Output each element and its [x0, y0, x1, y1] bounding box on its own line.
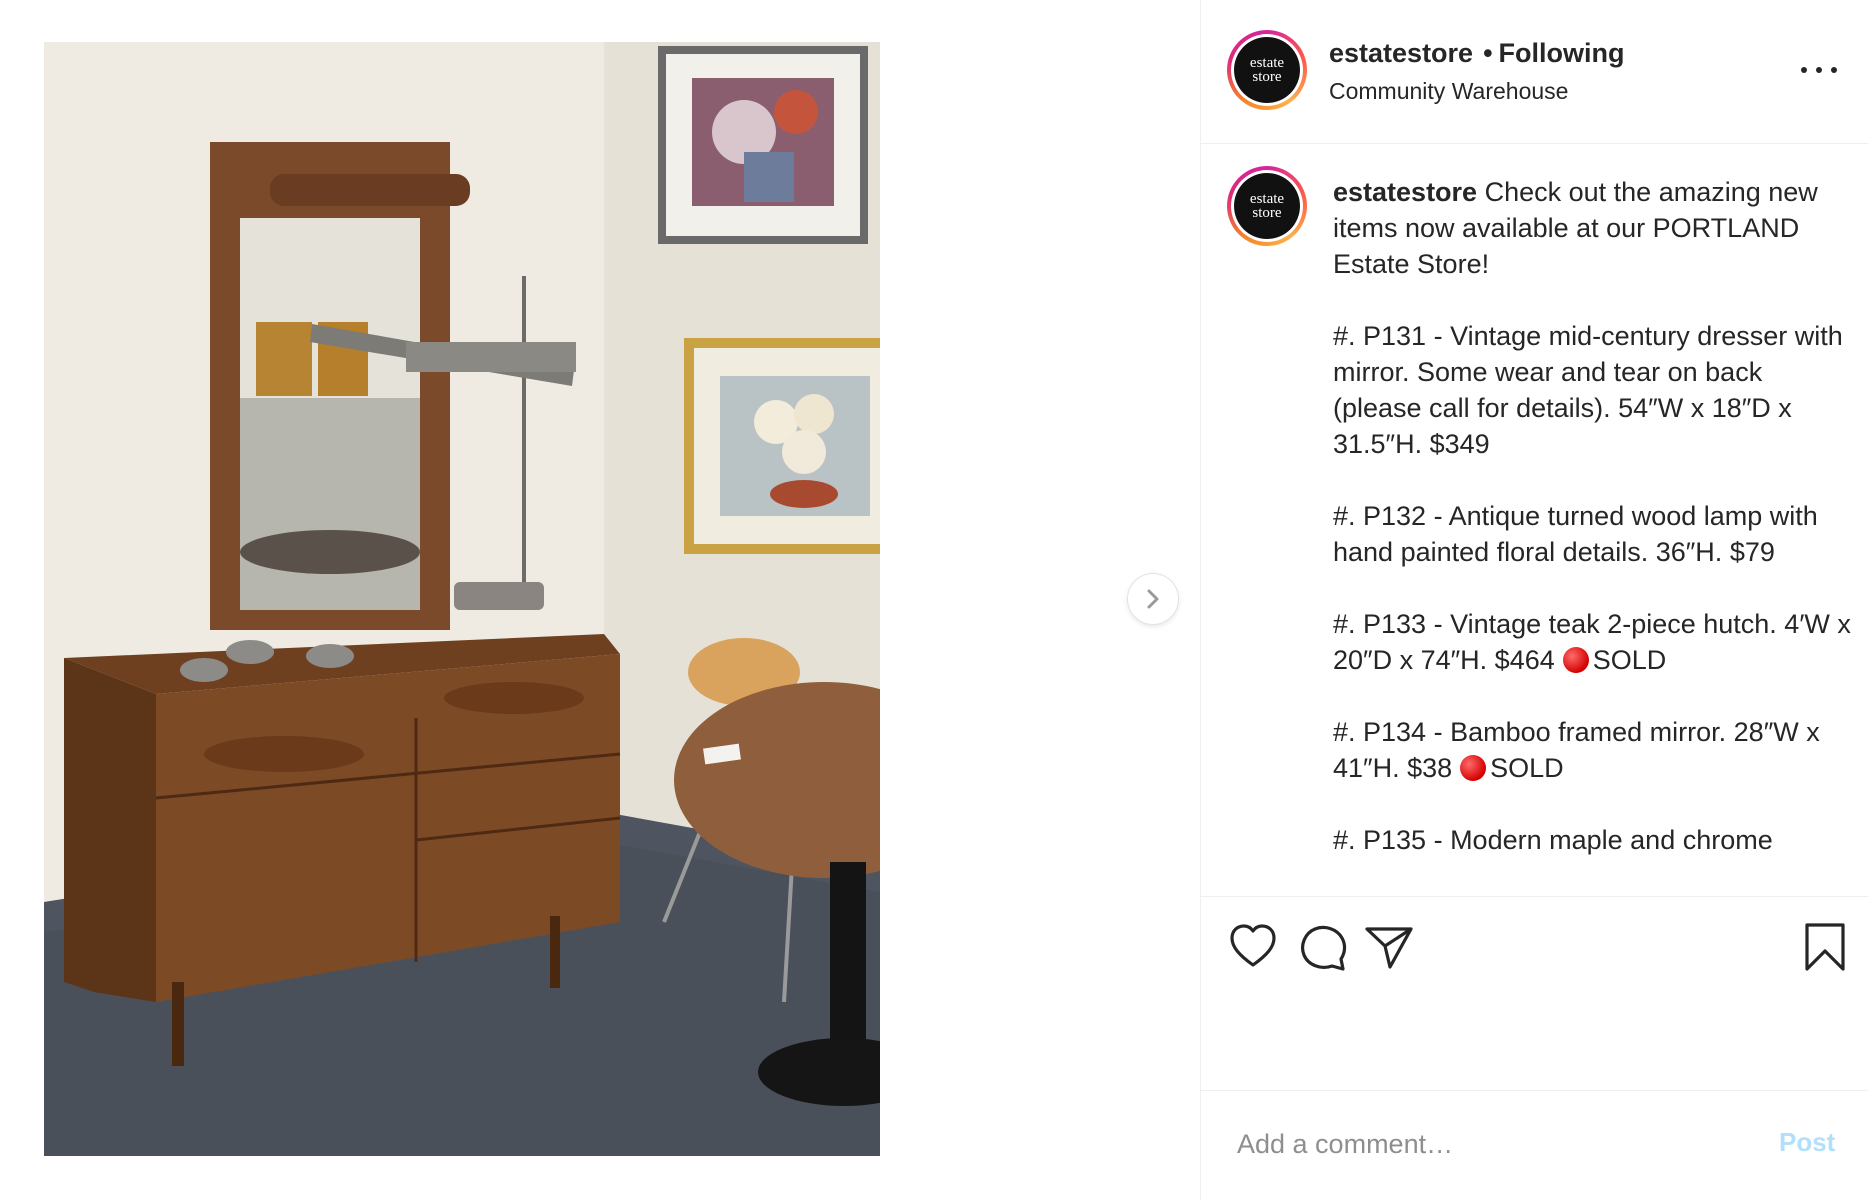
- header-username[interactable]: estatestore: [1329, 38, 1473, 68]
- action-bar: [1201, 897, 1868, 1091]
- separator-dot: •: [1483, 38, 1493, 68]
- header-user-row: estatestore • Following: [1329, 38, 1625, 69]
- avatar-logo: estate store: [1234, 37, 1300, 103]
- caption-item: #. P135 - Modern maple and chrome: [1333, 822, 1853, 858]
- post-comment-button[interactable]: Post: [1779, 1127, 1835, 1158]
- caption-item-text: #. P132 - Antique turned wood lamp with …: [1333, 501, 1818, 567]
- caption-item: #. P133 - Vintage teak 2-piece hutch. 4′…: [1333, 606, 1853, 678]
- more-icon-dot: [1831, 67, 1837, 73]
- caption-text: estatestore Check out the amazing new it…: [1333, 174, 1853, 894]
- location-link[interactable]: Community Warehouse: [1329, 78, 1568, 105]
- caption-avatar[interactable]: estate store: [1227, 166, 1307, 246]
- caption-item: #. P132 - Antique turned wood lamp with …: [1333, 498, 1853, 570]
- avatar-gap: estate store: [1231, 34, 1303, 106]
- caption-item: #. P134 - Bamboo framed mirror. 28″W x 4…: [1333, 714, 1853, 786]
- more-icon-dot: [1816, 67, 1822, 73]
- red-circle-icon: [1460, 755, 1487, 781]
- avatar-gap: estate store: [1231, 170, 1303, 242]
- avatar-text-line1: estate: [1249, 55, 1285, 71]
- comment-box: Post: [1201, 1091, 1868, 1200]
- heart-icon[interactable]: [1227, 921, 1279, 973]
- post-header: estate store estatestore • Following Commu…: [1201, 0, 1868, 144]
- avatar-logo: estate store: [1234, 173, 1300, 239]
- paper-plane-icon[interactable]: [1363, 921, 1415, 973]
- more-icon-dot: [1801, 67, 1807, 73]
- caption-username[interactable]: estatestore: [1333, 177, 1477, 207]
- avatar-text-line2: store: [1252, 205, 1282, 221]
- comment-input[interactable]: [1235, 1119, 1739, 1169]
- chevron-right-icon: [1147, 589, 1159, 609]
- speech-bubble-icon[interactable]: [1297, 921, 1349, 973]
- caption-item-text: #. P131 - Vintage mid-century dresser wi…: [1333, 321, 1843, 459]
- media-pane: [0, 0, 1201, 1200]
- caption-scroll-area[interactable]: estate store estatestore Check out the a…: [1201, 144, 1868, 897]
- next-image-button[interactable]: [1128, 574, 1178, 624]
- bookmark-icon[interactable]: [1799, 921, 1851, 973]
- post-panel: estate store estatestore • Following Commu…: [1201, 0, 1868, 1200]
- red-circle-icon: [1562, 647, 1589, 673]
- caption-item: #. P131 - Vintage mid-century dresser wi…: [1333, 318, 1853, 462]
- avatar[interactable]: estate store: [1227, 30, 1307, 110]
- sold-label: SOLD: [1592, 645, 1667, 675]
- following-button[interactable]: Following: [1499, 38, 1625, 68]
- sold-label: SOLD: [1490, 753, 1564, 783]
- post-photo[interactable]: [44, 42, 880, 1156]
- dresser-photo-illustration: [44, 42, 880, 1156]
- more-options-button[interactable]: [1801, 58, 1837, 82]
- avatar-text-line2: store: [1252, 69, 1282, 85]
- caption-item-text: #. P135 - Modern maple and chrome: [1333, 825, 1773, 855]
- avatar-text-line1: estate: [1249, 191, 1285, 207]
- caption-item-text: #. P134 - Bamboo framed mirror. 28″W x 4…: [1333, 717, 1820, 783]
- caption-intro: estatestore Check out the amazing new it…: [1333, 174, 1853, 282]
